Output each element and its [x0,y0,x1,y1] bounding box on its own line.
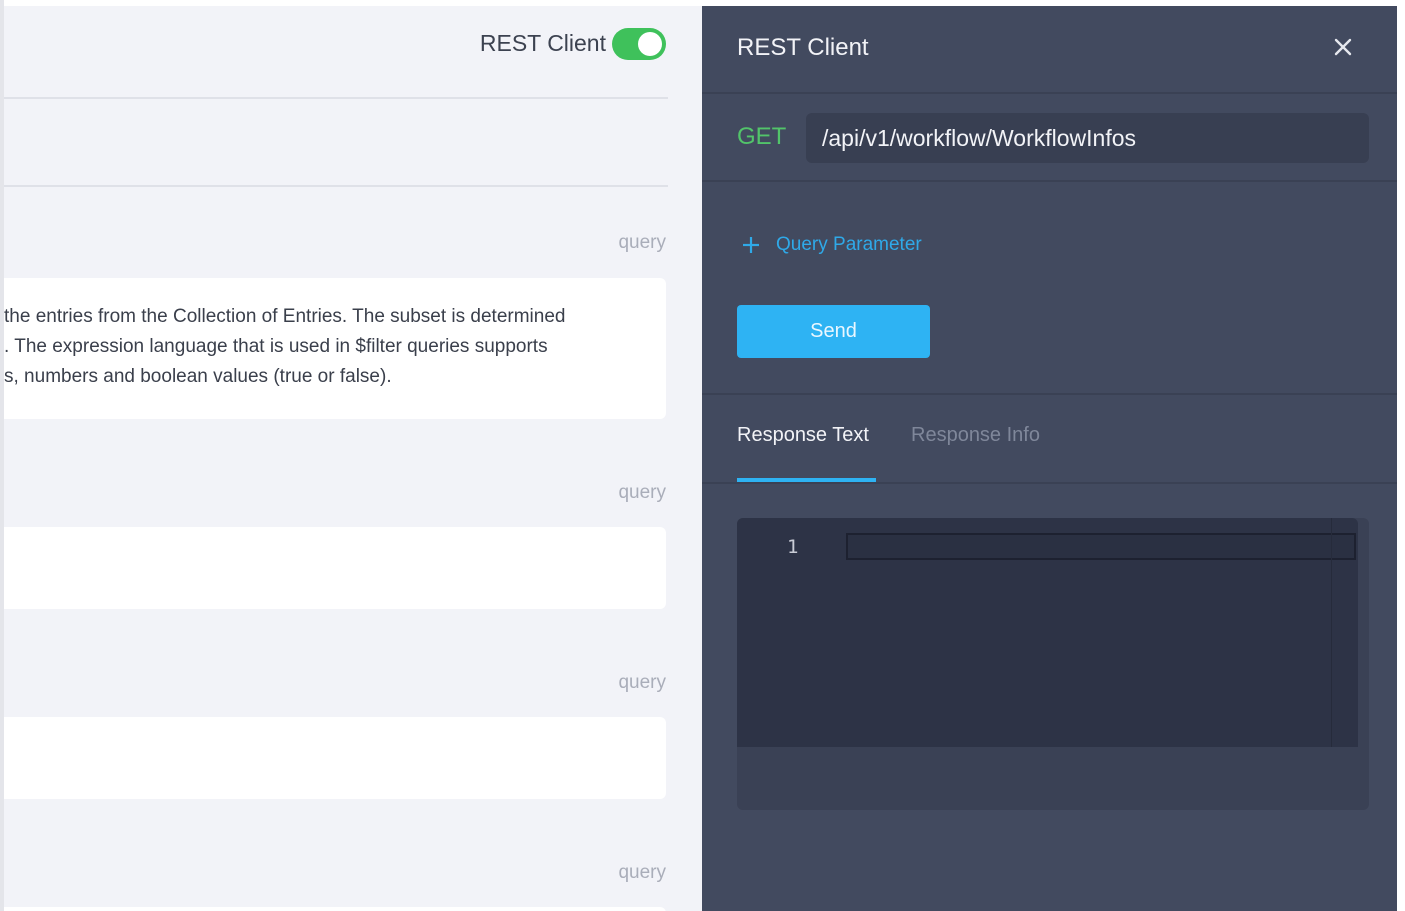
close-icon[interactable] [1330,34,1356,60]
send-button[interactable]: Send [737,305,930,358]
response-editor[interactable]: 1 [737,518,1358,747]
rest-client-toggle[interactable] [612,28,666,60]
param-type-tag: query [618,232,666,253]
description-line: . The expression language that is used i… [4,336,548,357]
param-type-tag: query [618,862,666,883]
add-query-parameter-label: Query Parameter [776,234,922,255]
right-edge [1397,0,1405,911]
rest-client-panel: REST Client GET Query Parameter Send Res… [702,6,1397,911]
description-line: the entries from the Collection of Entri… [4,306,566,327]
param-type-tag: query [618,482,666,503]
divider [702,92,1397,94]
param-type-tag: query [618,672,666,693]
docs-topbar: REST Client [4,6,702,98]
param-description: the entries from the Collection of Entri… [4,302,654,392]
http-method[interactable]: GET [737,123,786,151]
rest-client-toggle-label: REST Client [479,30,606,56]
plus-icon [743,237,759,253]
toggle-knob [638,32,662,56]
active-line[interactable] [846,533,1356,560]
divider [702,180,1397,182]
line-number: 1 [787,536,799,558]
api-docs-panel: REST Client query the entries from the C… [4,6,702,911]
editor-scrollbar[interactable] [1331,518,1332,747]
param-value-card[interactable] [4,907,666,911]
tab-response-info[interactable]: Response Info [911,424,1040,447]
description-line: s, numbers and boolean values (true or f… [4,366,392,387]
divider [4,97,668,99]
divider [4,185,668,187]
add-query-parameter-button[interactable]: Query Parameter [740,231,922,259]
divider [702,482,1397,484]
url-input[interactable] [806,113,1369,163]
param-value-card[interactable] [4,717,666,799]
param-value-card[interactable] [4,527,666,609]
divider [702,393,1397,395]
param-description-card: the entries from the Collection of Entri… [4,278,666,419]
rest-client-title: REST Client [737,34,869,61]
tab-response-text[interactable]: Response Text [737,424,869,447]
response-editor-frame: 1 [737,518,1369,810]
